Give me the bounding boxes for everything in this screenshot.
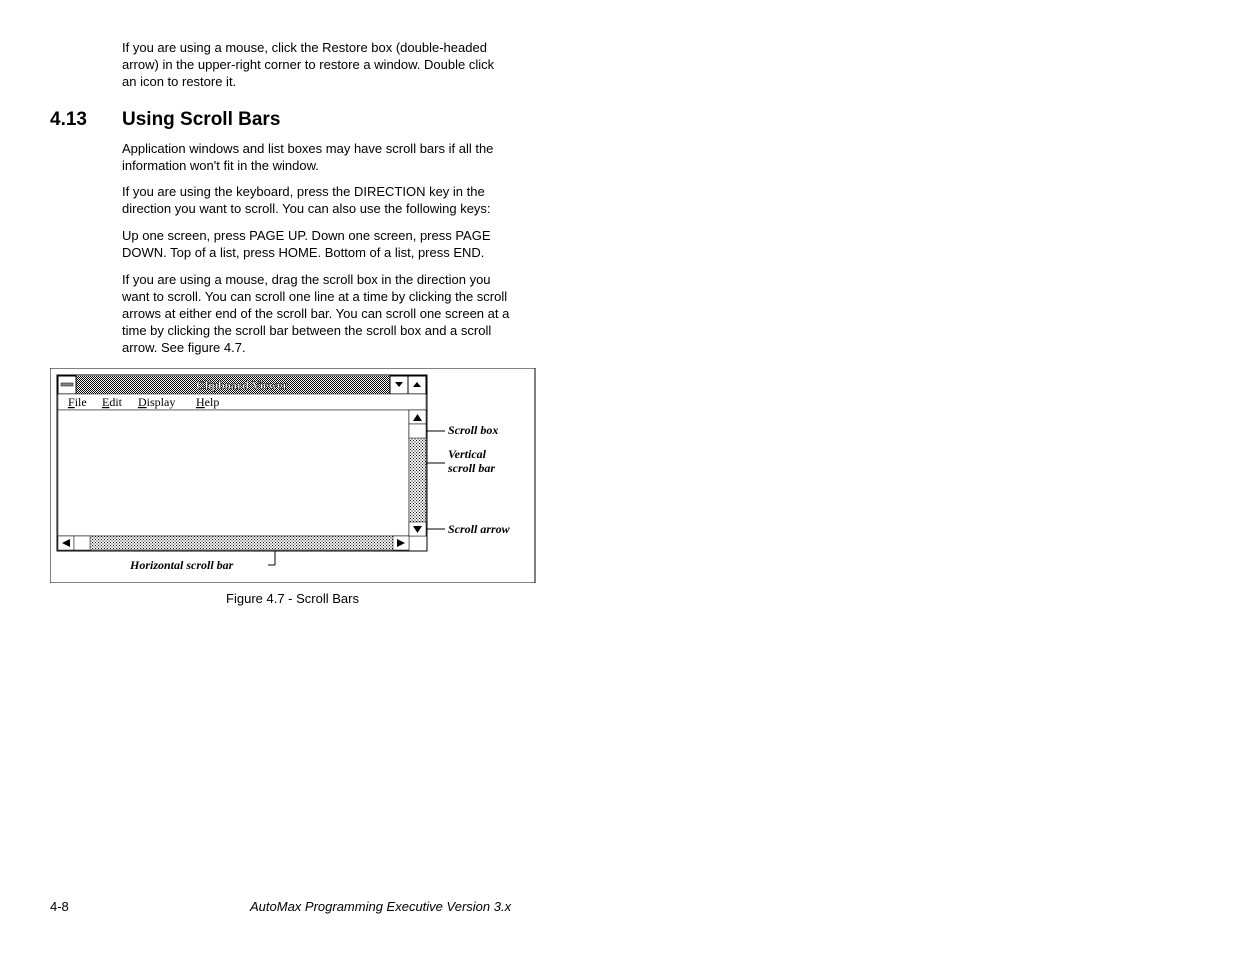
horizontal-scroll-bar[interactable]	[58, 536, 409, 550]
menu-file[interactable]: File	[68, 395, 87, 409]
section-number: 4.13	[50, 109, 122, 131]
window-title: Clipboard Viewer	[196, 378, 288, 392]
intro-paragraph: If you are using a mouse, click the Rest…	[122, 40, 512, 91]
section-title: Using Scroll Bars	[122, 109, 280, 131]
figure-caption: Figure 4.7 - Scroll Bars	[50, 591, 535, 606]
callout-scroll-box: Scroll box	[448, 423, 498, 437]
section-heading: 4.13 Using Scroll Bars	[50, 109, 1185, 131]
vertical-scroll-box[interactable]	[409, 424, 426, 438]
figure-svg: Clipboard Viewer File Edit Display Help	[50, 368, 540, 583]
paragraph-4: If you are using a mouse, drag the scrol…	[122, 272, 512, 356]
menu-edit[interactable]: Edit	[102, 395, 123, 409]
figure-4-7: Clipboard Viewer File Edit Display Help	[50, 368, 1185, 606]
paragraph-3: Up one screen, press PAGE UP. Down one s…	[122, 228, 512, 262]
paragraph-2: If you are using the keyboard, press the…	[122, 184, 512, 218]
footer-page-number: 4-8	[50, 899, 69, 914]
callout-vertical-bar-2: scroll bar	[447, 461, 495, 475]
page-footer: 4-8 AutoMax Programming Executive Versio…	[50, 899, 1185, 914]
footer-doc-title: AutoMax Programming Executive Version 3.…	[250, 899, 511, 914]
menu-display[interactable]: Display	[138, 395, 175, 409]
horizontal-scroll-box[interactable]	[74, 536, 90, 550]
clipboard-window: Clipboard Viewer File Edit Display Help	[57, 375, 427, 551]
callout-vertical-bar-1: Vertical	[448, 447, 487, 461]
callout-horizontal-bar: Horizontal scroll bar	[129, 558, 234, 572]
menu-help[interactable]: Help	[196, 395, 219, 409]
callout-scroll-arrow: Scroll arrow	[448, 522, 511, 536]
paragraph-1: Application windows and list boxes may h…	[122, 141, 512, 175]
vertical-scroll-bar[interactable]	[409, 410, 426, 536]
